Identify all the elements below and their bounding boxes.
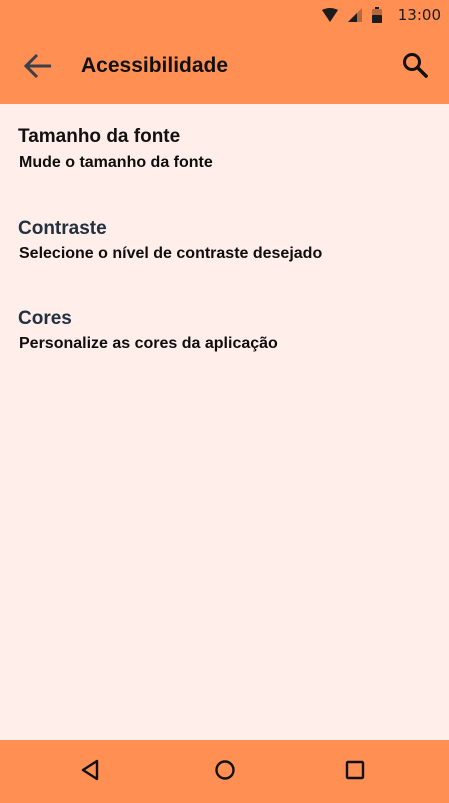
back-triangle-icon: [80, 759, 100, 786]
cell-signal-icon: [347, 8, 362, 22]
wifi-icon: [321, 8, 338, 22]
status-time: 13:00: [397, 6, 441, 24]
nav-back-button[interactable]: [72, 754, 108, 790]
setting-subtitle: Mude o tamanho da fonte: [19, 154, 213, 171]
back-button[interactable]: [20, 50, 56, 86]
setting-subtitle: Selecione o nível de contraste desejado: [19, 245, 323, 262]
setting-title: Cores: [18, 308, 72, 329]
home-circle-icon: [214, 759, 236, 786]
search-button[interactable]: [399, 50, 431, 84]
status-bar: 13:00: [0, 0, 449, 30]
battery-icon: [371, 7, 382, 23]
setting-contrast[interactable]: Contraste Selecione o nível de contraste…: [0, 210, 449, 290]
page-title: Acessibilidade: [81, 54, 229, 77]
setting-title: Tamanho da fonte: [18, 126, 181, 147]
setting-font-size[interactable]: Tamanho da fonte Mude o tamanho da fonte: [0, 118, 449, 198]
recents-square-icon: [344, 759, 366, 786]
setting-title: Contraste: [18, 218, 107, 239]
nav-home-button[interactable]: [207, 754, 243, 790]
nav-recents-button[interactable]: [337, 754, 373, 790]
app-bar: Acessibilidade: [0, 30, 449, 104]
arrow-back-icon: [23, 53, 53, 84]
setting-colors[interactable]: Cores Personalize as cores da aplicação: [0, 300, 449, 380]
system-nav-bar: [0, 740, 449, 803]
search-icon: [402, 52, 429, 83]
setting-subtitle: Personalize as cores da aplicação: [19, 335, 278, 352]
